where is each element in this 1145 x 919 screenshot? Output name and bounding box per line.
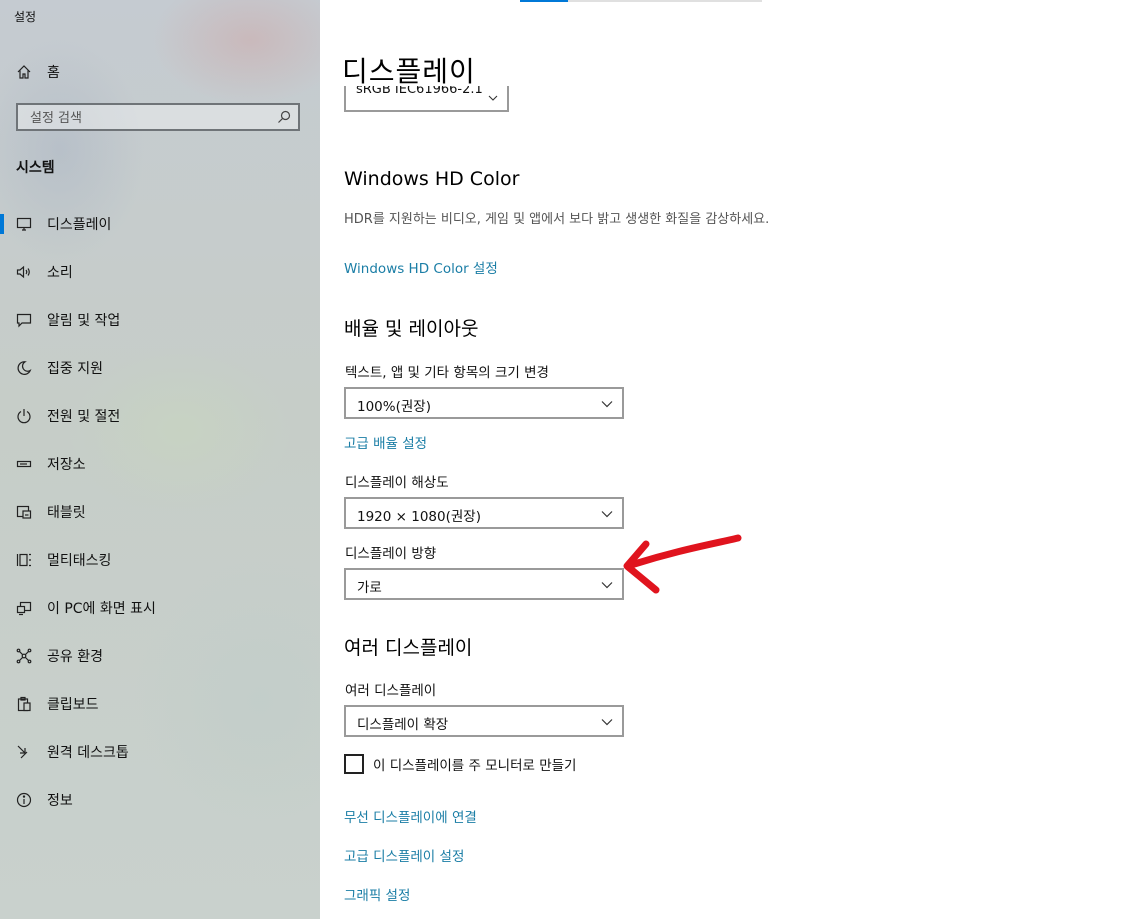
- sidebar-item-storage[interactable]: 저장소: [0, 444, 320, 484]
- checkbox-label: 이 디스플레이를 주 모니터로 만들기: [373, 758, 577, 774]
- color-profile-dropdown[interactable]: sRGB IEC61966-2.1: [344, 86, 509, 112]
- sidebar-item-label: 이 PC에 화면 표시: [47, 601, 156, 617]
- sidebar-item-label: 정보: [47, 793, 73, 809]
- advanced-display-settings-link[interactable]: 고급 디스플레이 설정: [344, 845, 464, 865]
- sidebar-item-label: 공유 환경: [47, 649, 103, 665]
- wireless-display-link[interactable]: 무선 디스플레이에 연결: [344, 806, 477, 826]
- power-icon: [15, 407, 33, 425]
- chevron-down-icon: [600, 396, 614, 410]
- sidebar-item-shared-experiences[interactable]: 공유 환경: [0, 636, 320, 676]
- monitor-icon: [15, 215, 33, 233]
- resolution-dropdown[interactable]: 1920 × 1080(권장): [344, 497, 624, 529]
- sidebar-item-label: 홈: [47, 65, 60, 81]
- chevron-down-icon: [600, 577, 614, 591]
- notification-icon: [15, 311, 33, 329]
- project-icon: [15, 599, 33, 617]
- sidebar-item-label: 태블릿: [47, 505, 86, 521]
- home-icon: [15, 63, 33, 81]
- sidebar-item-label: 집중 지원: [47, 361, 103, 377]
- graphics-settings-link[interactable]: 그래픽 설정: [344, 884, 410, 904]
- clipboard-icon: [15, 695, 33, 713]
- resolution-label: 디스플레이 해상도: [345, 475, 449, 491]
- chevron-down-icon: [600, 714, 614, 728]
- advanced-scaling-link[interactable]: 고급 배율 설정: [344, 432, 427, 452]
- sidebar-item-label: 소리: [47, 265, 73, 281]
- sidebar-item-label: 저장소: [47, 457, 86, 473]
- search-icon[interactable]: [276, 109, 292, 125]
- sidebar-item-clipboard[interactable]: 클립보드: [0, 684, 320, 724]
- sidebar-item-label: 디스플레이: [47, 217, 112, 233]
- scale-label: 텍스트, 앱 및 기타 항목의 크기 변경: [345, 365, 549, 381]
- moon-icon: [15, 359, 33, 377]
- dropdown-value: sRGB IEC61966-2.1: [356, 86, 483, 97]
- sidebar: 설정 홈 시스템 디스플레이 소리 알림 및 작업 집: [0, 0, 320, 919]
- sidebar-item-project-to-pc[interactable]: 이 PC에 화면 표시: [0, 588, 320, 628]
- sidebar-item-power[interactable]: 전원 및 절전: [0, 396, 320, 436]
- app-title: 설정: [14, 10, 37, 24]
- multiple-displays-heading: 여러 디스플레이: [344, 637, 473, 659]
- sidebar-item-notifications[interactable]: 알림 및 작업: [0, 300, 320, 340]
- speaker-icon: [15, 263, 33, 281]
- hd-color-description: HDR를 지원하는 비디오, 게임 및 앱에서 보다 밝고 생생한 화질을 감상…: [344, 212, 770, 227]
- sidebar-item-tablet[interactable]: 태블릿: [0, 492, 320, 532]
- search-box[interactable]: [16, 103, 300, 131]
- red-arrow-annotation: [623, 534, 742, 594]
- chevron-down-icon: [487, 89, 499, 101]
- dropdown-value: 1920 × 1080(권장): [357, 509, 481, 525]
- storage-icon: [15, 455, 33, 473]
- sidebar-item-sound[interactable]: 소리: [0, 252, 320, 292]
- sidebar-item-label: 멀티태스킹: [47, 553, 112, 569]
- sidebar-item-about[interactable]: 정보: [0, 780, 320, 820]
- orientation-dropdown[interactable]: 가로: [344, 568, 624, 600]
- sidebar-item-label: 알림 및 작업: [47, 313, 121, 329]
- multiple-displays-label: 여러 디스플레이: [345, 683, 437, 699]
- chevron-down-icon: [600, 506, 614, 520]
- scale-layout-heading: 배율 및 레이아웃: [344, 318, 479, 340]
- hd-color-settings-link[interactable]: Windows HD Color 설정: [344, 257, 498, 277]
- main-display-checkbox-row[interactable]: 이 디스플레이를 주 모니터로 만들기: [344, 754, 576, 774]
- sidebar-item-label: 클립보드: [47, 697, 99, 713]
- scale-dropdown[interactable]: 100%(권장): [344, 387, 624, 419]
- dropdown-value: 가로: [357, 580, 382, 596]
- orientation-label: 디스플레이 방향: [345, 546, 437, 562]
- dropdown-value: 디스플레이 확장: [357, 717, 449, 733]
- sidebar-item-focus-assist[interactable]: 집중 지원: [0, 348, 320, 388]
- dropdown-value: 100%(권장): [357, 399, 431, 415]
- scroll-thumb: [520, 0, 568, 2]
- sidebar-item-display[interactable]: 디스플레이: [0, 204, 320, 244]
- sidebar-item-multitasking[interactable]: 멀티태스킹: [0, 540, 320, 580]
- sidebar-item-remote-desktop[interactable]: 원격 데스크톱: [0, 732, 320, 772]
- shared-experiences-icon: [15, 647, 33, 665]
- hd-color-heading: Windows HD Color: [344, 168, 520, 190]
- sidebar-item-label: 전원 및 절전: [47, 409, 121, 425]
- multiple-displays-dropdown[interactable]: 디스플레이 확장: [344, 705, 624, 737]
- remote-desktop-icon: [15, 743, 33, 761]
- section-label-system: 시스템: [16, 160, 55, 176]
- multitasking-icon: [15, 551, 33, 569]
- search-input[interactable]: [28, 107, 272, 129]
- tablet-icon: [15, 503, 33, 521]
- page-title: 디스플레이: [342, 55, 476, 88]
- main-display-checkbox[interactable]: [344, 754, 364, 774]
- sidebar-item-label: 원격 데스크톱: [47, 745, 129, 761]
- sidebar-item-home[interactable]: 홈: [0, 52, 320, 92]
- info-icon: [15, 791, 33, 809]
- top-scroll-indicator: [520, 0, 762, 2]
